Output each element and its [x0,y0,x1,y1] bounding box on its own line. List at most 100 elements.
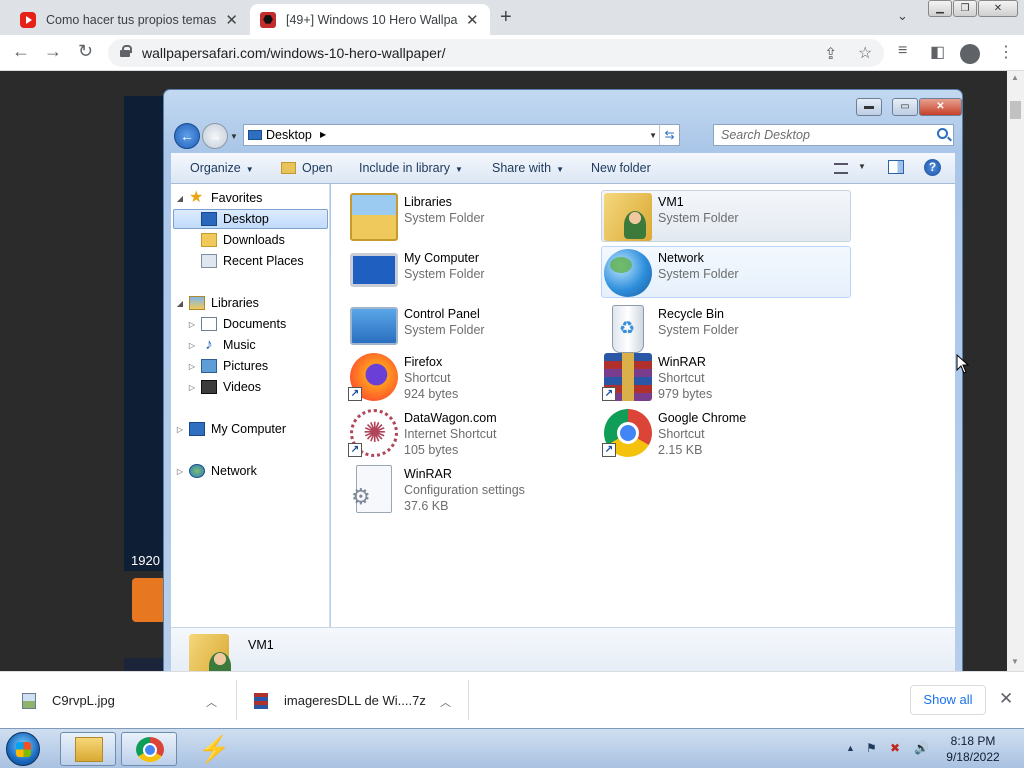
scroll-down-icon[interactable]: ▼ [1011,657,1019,666]
bookmark-star-icon[interactable]: ☆ [858,43,872,63]
expand-arrow-icon[interactable]: ▷ [187,341,197,350]
action-center-flag-icon[interactable]: ⚑ [866,741,877,755]
expand-arrow-icon[interactable]: ▷ [187,362,197,371]
file-item-winrar-shortcut[interactable]: ↗ WinRAR Shortcut 979 bytes [601,350,851,402]
file-item-google-chrome[interactable]: ↗ Google Chrome Shortcut 2.15 KB [601,406,851,458]
config-file-icon [351,465,392,513]
close-button[interactable]: ✕ [919,98,962,116]
download-options-chevron-icon[interactable]: ︿ [206,694,217,710]
expand-arrow-icon[interactable]: ▷ [187,383,197,392]
nav-pictures[interactable]: ▷ Pictures [187,356,268,376]
collapse-arrow-icon[interactable]: ◢ [175,194,185,203]
expand-arrow-icon[interactable]: ▷ [175,467,185,476]
file-item-datawagon[interactable]: ↗ DataWagon.com Internet Shortcut 105 byte… [347,406,597,458]
maximize-button[interactable]: ▭ [892,98,918,116]
nav-network[interactable]: ▷ Network [175,461,257,481]
file-item-vm1[interactable]: VM1 System Folder [601,190,851,242]
menu-dots-icon[interactable]: ⋮ [998,42,1014,62]
file-item-recycle-bin[interactable]: Recycle Bin System Folder [601,302,851,354]
close-browser-button[interactable]: ✕ [978,0,1018,17]
profile-avatar[interactable] [960,44,980,64]
file-item-network[interactable]: Network System Folder [601,246,851,298]
search-icon[interactable] [937,128,948,139]
nav-my-computer[interactable]: ▷ My Computer [175,419,286,439]
file-item-my-computer[interactable]: My Computer System Folder [347,246,597,298]
nav-videos[interactable]: ▷ Videos [187,377,261,397]
tab-search-icon[interactable]: ⌄ [897,8,908,24]
page-scrollbar[interactable]: ▲ ▼ [1007,71,1024,671]
organize-button[interactable]: Organize ▼ [190,161,254,175]
preview-pane-icon[interactable] [888,160,904,174]
search-input[interactable]: Search Desktop [721,128,810,142]
scroll-up-icon[interactable]: ▲ [1011,73,1019,82]
restore-browser-button[interactable]: ❐ [953,0,977,17]
item-name: Recycle Bin [658,307,724,321]
breadcrumb-arrow-icon[interactable]: ▶ [320,130,326,139]
scrollbar-thumb[interactable] [1010,101,1021,119]
download-item[interactable]: imageresDLL de Wi....7z [254,672,426,729]
nav-recent-places[interactable]: Recent Places [201,251,304,271]
lightning-app-icon[interactable]: ⚡ [198,734,230,764]
file-item-firefox[interactable]: ↗ Firefox Shortcut 924 bytes [347,350,597,402]
help-icon[interactable]: ? [924,159,941,176]
nav-libraries[interactable]: ◢ Libraries [175,293,259,313]
share-with-button[interactable]: Share with ▼ [492,161,564,175]
close-tab-icon[interactable]: ✕ [225,11,238,29]
reload-icon[interactable]: ↻ [78,41,93,62]
address-bar[interactable]: wallpapersafari.com/windows-10-hero-wall… [108,39,884,67]
back-arrow-icon[interactable]: ← [12,41,30,62]
explorer-address-bar[interactable]: Desktop ▶ ▼ ⇆ [243,124,680,146]
forward-arrow-icon[interactable]: → [44,41,62,62]
tab-title: [49+] Windows 10 Hero Wallpap [286,12,458,27]
breadcrumb[interactable]: Desktop [266,128,312,142]
minimize-button[interactable]: ▬ [856,98,882,116]
download-item[interactable]: C9rvpL.jpg [22,672,115,729]
media-controls-icon[interactable]: ≡ [898,42,907,60]
lock-icon[interactable] [120,45,132,57]
new-folder-button[interactable]: New folder [591,161,651,175]
show-hidden-icons-arrow-icon[interactable]: ▲ [846,743,855,753]
minimize-browser-button[interactable]: ▁ [928,0,952,17]
new-tab-button[interactable]: + [500,6,512,29]
nav-documents[interactable]: ▷ Documents [187,314,286,334]
file-item-winrar-config[interactable]: WinRAR Configuration settings 37.6 KB [347,462,597,514]
include-in-library-button[interactable]: Include in library ▼ [359,161,463,175]
taskbar-chrome-button[interactable] [121,732,177,766]
volume-icon[interactable]: 🔊 [914,741,929,755]
nav-label: Favorites [211,191,263,205]
nav-music[interactable]: ▷ ♪ Music [187,335,256,355]
shortcut-arrow-icon: ↗ [348,387,362,401]
close-shelf-icon[interactable]: ✕ [999,689,1013,709]
recent-pages-dropdown[interactable]: ▼ [230,132,238,141]
expand-arrow-icon[interactable]: ▷ [187,320,197,329]
search-box[interactable]: Search Desktop [713,124,954,146]
nav-desktop[interactable]: Desktop [173,209,328,229]
system-clock[interactable]: 8:18 PM 9/18/2022 [942,733,1004,765]
file-item-control-panel[interactable]: Control Panel System Folder [347,302,597,354]
close-tab-icon[interactable]: ✕ [466,11,479,29]
network-status-icon[interactable]: ✖ [890,741,900,755]
browser-tab-active[interactable]: ⬣ [49+] Windows 10 Hero Wallpap ✕ [250,4,490,35]
view-options-dropdown-icon[interactable]: ▼ [858,162,866,171]
show-all-button[interactable]: Show all [910,685,986,715]
address-dropdown-icon[interactable]: ▼ [649,131,657,140]
forward-button[interactable]: → [202,123,228,149]
collapse-arrow-icon[interactable]: ◢ [175,299,185,308]
side-panel-icon[interactable]: ◧ [930,42,945,62]
url-text[interactable]: wallpapersafari.com/windows-10-hero-wall… [142,45,445,61]
nav-favorites[interactable]: ◢ ★ Favorites [175,188,262,208]
refresh-icon[interactable]: ⇆ [659,125,679,145]
star-icon: ★ [189,189,204,206]
taskbar-explorer-button[interactable] [60,732,116,766]
browser-tab[interactable]: Como hacer tus propios temas e ✕ [10,4,248,35]
network-icon [189,464,205,478]
nav-downloads[interactable]: Downloads [201,230,285,250]
open-button[interactable]: Open [281,161,333,175]
share-icon[interactable]: ⇪ [824,44,837,64]
start-button[interactable] [6,732,40,766]
download-options-chevron-icon[interactable]: ︿ [440,694,451,710]
file-item-libraries[interactable]: Libraries System Folder [347,190,597,242]
expand-arrow-icon[interactable]: ▷ [175,425,185,434]
change-view-icon[interactable] [834,163,848,174]
back-button[interactable]: ← [174,123,200,149]
